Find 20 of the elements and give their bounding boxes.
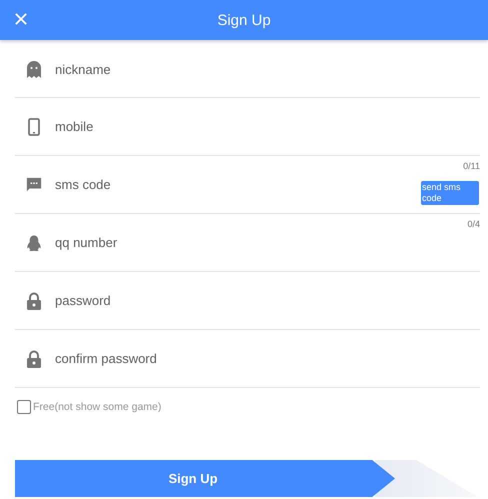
input-field[interactable]: mobile: [55, 119, 480, 134]
ghost-icon: [26, 60, 42, 78]
close-icon[interactable]: [15, 13, 27, 25]
character-counter: 0/11: [463, 161, 480, 171]
phone-icon: [26, 118, 42, 136]
chat-icon: [26, 176, 42, 194]
input-field[interactable]: password: [55, 293, 480, 308]
input-field[interactable]: sms code: [55, 177, 421, 192]
sign-up-button[interactable]: Sign Up: [15, 460, 395, 497]
page-title: Sign Up: [217, 12, 271, 28]
lock-icon: [26, 292, 42, 310]
character-counter: 0/4: [467, 219, 480, 229]
lock-icon: [26, 350, 42, 368]
penguin-icon: [26, 234, 42, 252]
input-field[interactable]: qq number: [55, 235, 480, 250]
input-field[interactable]: nickname: [55, 62, 480, 76]
checkbox[interactable]: [17, 400, 31, 414]
input-field[interactable]: confirm password: [55, 351, 480, 366]
checkbox-label: Free(not show some game): [33, 401, 162, 413]
send-code-button[interactable]: send sms code: [421, 180, 479, 204]
